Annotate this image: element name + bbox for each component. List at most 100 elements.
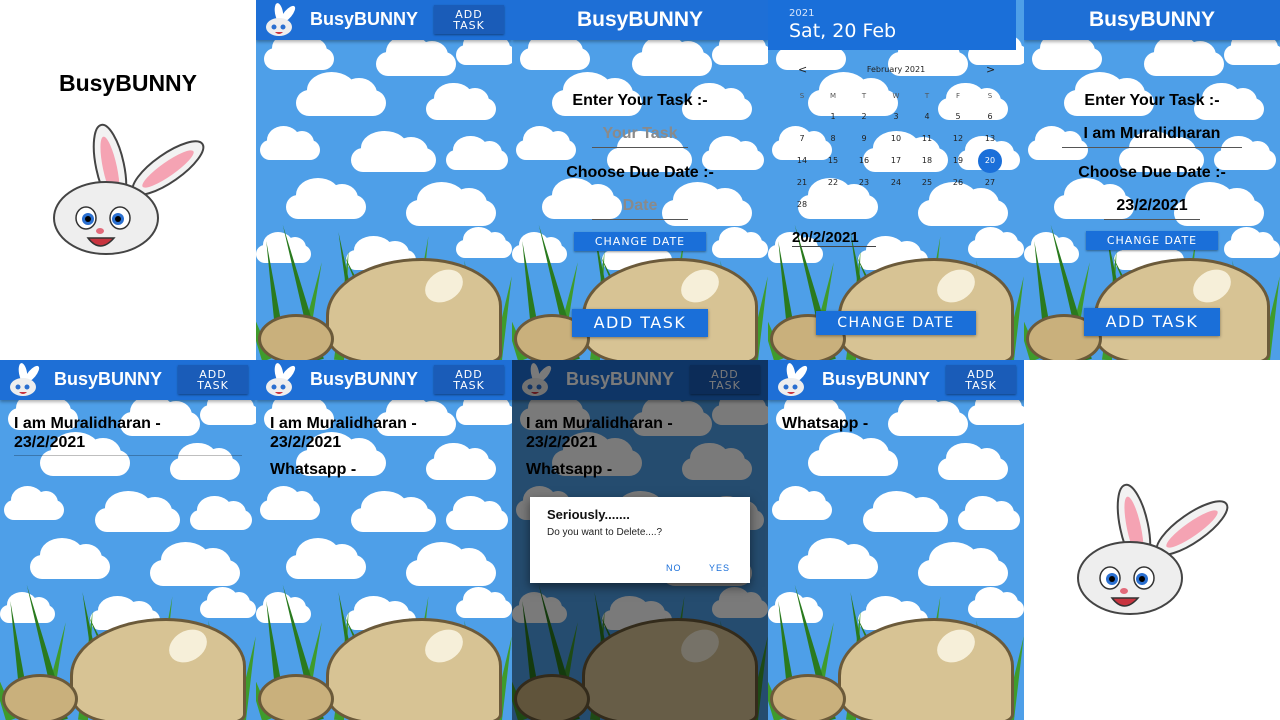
calendar-day[interactable]: 13: [978, 130, 1002, 148]
background-scene: [256, 0, 512, 360]
change-date-button[interactable]: CHANGE DATE: [1086, 231, 1218, 250]
app-title: BusyBUNNY: [310, 9, 419, 29]
calendar-day[interactable]: 23: [852, 174, 876, 192]
cloud: [426, 82, 496, 120]
calendar-day[interactable]: 6: [978, 108, 1002, 126]
closing-screen: [1024, 360, 1280, 720]
yes-button[interactable]: YES: [709, 563, 730, 573]
calendar-day[interactable]: 1: [821, 108, 845, 126]
picked-date: 20/2/2021: [792, 229, 876, 247]
weekday-label: F: [955, 92, 961, 100]
add-task-button[interactable]: ADDTASK: [434, 5, 504, 34]
calendar-day[interactable]: 26: [946, 174, 970, 192]
divider: [14, 455, 242, 456]
calendar-day[interactable]: 7: [790, 130, 814, 148]
cloud: [286, 178, 366, 219]
cloud: [1224, 31, 1280, 65]
calendar-day[interactable]: 5: [946, 108, 970, 126]
cloud: [1144, 35, 1224, 76]
calendar-day[interactable]: 18: [915, 152, 939, 170]
no-button[interactable]: NO: [666, 563, 682, 573]
task-input[interactable]: I am Muralidharan: [1062, 125, 1242, 148]
calendar-day[interactable]: 17: [884, 152, 908, 170]
calendar-day[interactable]: 16: [852, 152, 876, 170]
app-bar: BusyBUNNY: [1024, 0, 1280, 40]
calendar-grid: S M T W T F S 1 2 3 4 5 6 7 8 9 10 11 12 13 14 15 16 17 18 19 20 21…: [768, 0, 1024, 360]
add-task-button[interactable]: ADDTASK: [178, 365, 248, 394]
weekday-label: T: [924, 92, 930, 100]
add-task-button[interactable]: ADDTASK: [946, 365, 1016, 394]
calendar-day[interactable]: 25: [915, 174, 939, 192]
add-task-submit-button[interactable]: ADD TASK: [1084, 308, 1220, 336]
calendar-day[interactable]: 3: [884, 108, 908, 126]
cloud: [918, 541, 1008, 586]
app-bar: BusyBUNNY ADDTASK: [256, 360, 512, 400]
date-field[interactable]: 23/2/2021: [1104, 197, 1200, 220]
weekday-label: T: [861, 92, 867, 100]
task-input[interactable]: Your Task: [592, 125, 688, 148]
app-bar: BusyBUNNY: [512, 0, 768, 40]
add-task-button[interactable]: ADDTASK: [434, 365, 504, 394]
dialog-message: Do you want to Delete....?: [547, 527, 663, 538]
calendar-day[interactable]: 24: [884, 174, 908, 192]
splash-screen: BusyBUNNY: [0, 0, 256, 360]
task-list-after-delete-screen: BusyBUNNY ADD TASK Whatsapp -: [768, 360, 1024, 720]
rock-highlight: [163, 623, 213, 669]
task-item[interactable]: I am Muralidharan -23/2/2021: [14, 414, 250, 452]
pebble: [2, 674, 78, 720]
calendar-day[interactable]: 27: [978, 174, 1002, 192]
cloud: [190, 496, 252, 530]
change-date-button[interactable]: CHANGE DATE: [816, 311, 976, 335]
cloud: [516, 126, 576, 160]
calendar-day[interactable]: 22: [821, 174, 845, 192]
date-field[interactable]: Date: [592, 197, 688, 220]
calendar-day[interactable]: 15: [821, 152, 845, 170]
calendar-day[interactable]: 9: [852, 130, 876, 148]
calendar-day[interactable]: 14: [790, 152, 814, 170]
empty-list-screen: BusyBUNNY ADD TASK: [256, 0, 512, 360]
dialog-title: Seriously.......: [547, 507, 630, 522]
cloud: [712, 31, 768, 65]
task-item[interactable]: Whatsapp -: [270, 460, 506, 479]
cloud: [456, 227, 512, 258]
cloud: [456, 31, 512, 65]
cloud: [772, 486, 832, 520]
calendar-day[interactable]: 21: [790, 174, 814, 192]
cloud: [4, 486, 64, 520]
app-bar: BusyBUNNY ADDTASK: [256, 0, 512, 40]
app-title: BusyBUNNY: [1088, 8, 1216, 31]
cloud: [1224, 227, 1280, 258]
task-list-two-screen: BusyBUNNY ADD TASK I am Muralidharan -23/…: [256, 360, 512, 720]
pebble: [770, 674, 846, 720]
weekday-label: M: [829, 92, 837, 100]
app-title: BusyBUNNY: [54, 369, 163, 389]
calendar-day[interactable]: 12: [946, 130, 970, 148]
add-task-filled-screen: BusyBUNNY Enter Your Task :- I am Murali…: [1024, 0, 1280, 360]
task-item[interactable]: Whatsapp -: [782, 414, 1018, 433]
task-item[interactable]: I am Muralidharan -23/2/2021: [270, 414, 506, 452]
cloud: [520, 32, 590, 70]
due-date-label: Choose Due Date :-: [566, 164, 714, 181]
calendar-day[interactable]: 10: [884, 130, 908, 148]
bunny-icon: [10, 363, 40, 396]
calendar-day[interactable]: 19: [946, 152, 970, 170]
calendar-day[interactable]: 2: [852, 108, 876, 126]
calendar-day[interactable]: 28: [790, 196, 814, 214]
add-task-submit-button[interactable]: ADD TASK: [572, 309, 708, 337]
calendar-day[interactable]: 20: [978, 149, 1002, 173]
calendar-day[interactable]: 8: [821, 130, 845, 148]
cloud: [286, 538, 366, 579]
calendar-day[interactable]: 4: [915, 108, 939, 126]
cloud: [1032, 32, 1102, 70]
cloud: [406, 181, 496, 226]
change-date-button[interactable]: CHANGE DATE: [574, 232, 706, 251]
cloud: [264, 32, 334, 70]
cloud: [351, 491, 436, 532]
app-title: BusyBUNNY: [822, 369, 931, 389]
cloud: [938, 442, 1008, 480]
calendar-day[interactable]: 11: [915, 130, 939, 148]
cloud: [446, 496, 508, 530]
delete-dialog-screen: BusyBUNNY ADDTASK I am Muralidharan -23/…: [512, 360, 768, 720]
cloud: [296, 71, 386, 116]
bunny-logo: [1077, 483, 1229, 615]
